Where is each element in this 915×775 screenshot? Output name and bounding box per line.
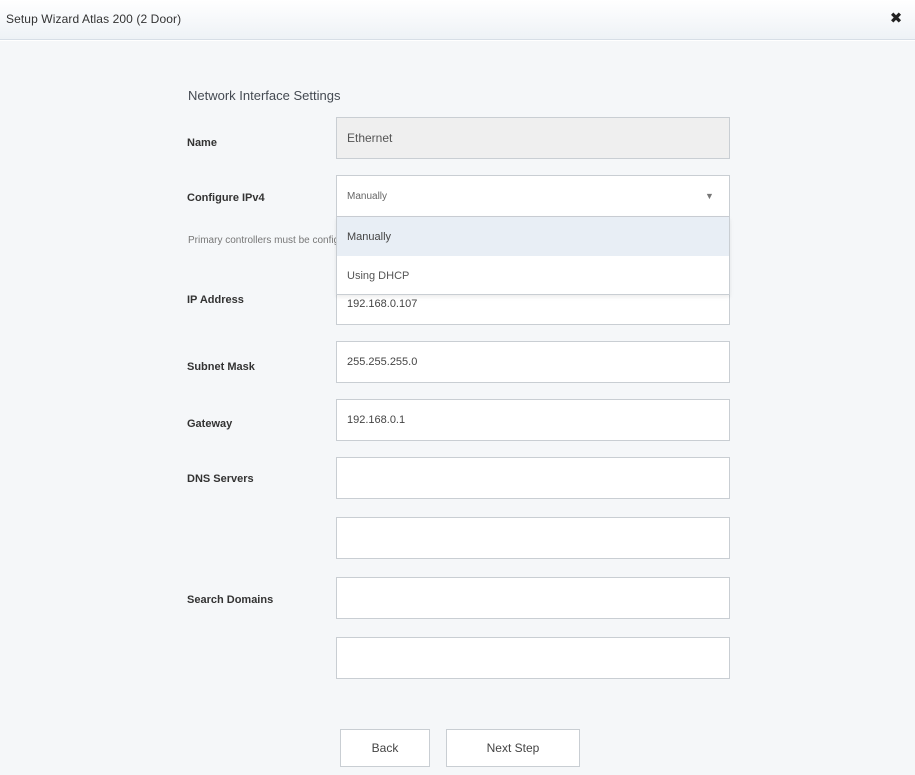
next-step-button[interactable]: Next Step — [446, 729, 580, 767]
chevron-down-icon: ▼ — [705, 191, 714, 201]
subnet-mask-label: Subnet Mask — [187, 361, 255, 373]
ip-address-label: IP Address — [187, 294, 244, 306]
search-domains-label: Search Domains — [187, 594, 274, 606]
name-label: Name — [187, 137, 217, 149]
title-bar: Setup Wizard Atlas 200 (2 Door) ✖ — [0, 0, 915, 40]
configure-ipv4-value: Manually — [347, 190, 388, 202]
window-title: Setup Wizard Atlas 200 (2 Door) — [6, 12, 182, 26]
configure-ipv4-label: Configure IPv4 — [187, 192, 265, 204]
name-field: Ethernet — [336, 117, 730, 159]
back-button[interactable]: Back — [340, 729, 430, 767]
close-icon[interactable]: ✖ — [887, 10, 905, 28]
dropdown-option-dhcp[interactable]: Using DHCP — [337, 256, 729, 295]
configure-ipv4-select[interactable]: Manually ▼ — [336, 175, 730, 217]
configure-ipv4-dropdown: Manually Using DHCP — [336, 217, 730, 295]
section-title: Network Interface Settings — [188, 88, 341, 103]
dns-server-2-input[interactable] — [336, 517, 730, 559]
gateway-label: Gateway — [187, 418, 233, 430]
dropdown-option-manually[interactable]: Manually — [337, 217, 729, 256]
gateway-input[interactable]: 192.168.0.1 — [336, 399, 730, 441]
dns-servers-label: DNS Servers — [187, 473, 254, 485]
search-domain-2-input[interactable] — [336, 637, 730, 679]
dns-server-1-input[interactable] — [336, 457, 730, 499]
subnet-mask-input[interactable]: 255.255.255.0 — [336, 341, 730, 383]
search-domain-1-input[interactable] — [336, 577, 730, 619]
info-text: Primary controllers must be configured m… — [188, 235, 338, 246]
